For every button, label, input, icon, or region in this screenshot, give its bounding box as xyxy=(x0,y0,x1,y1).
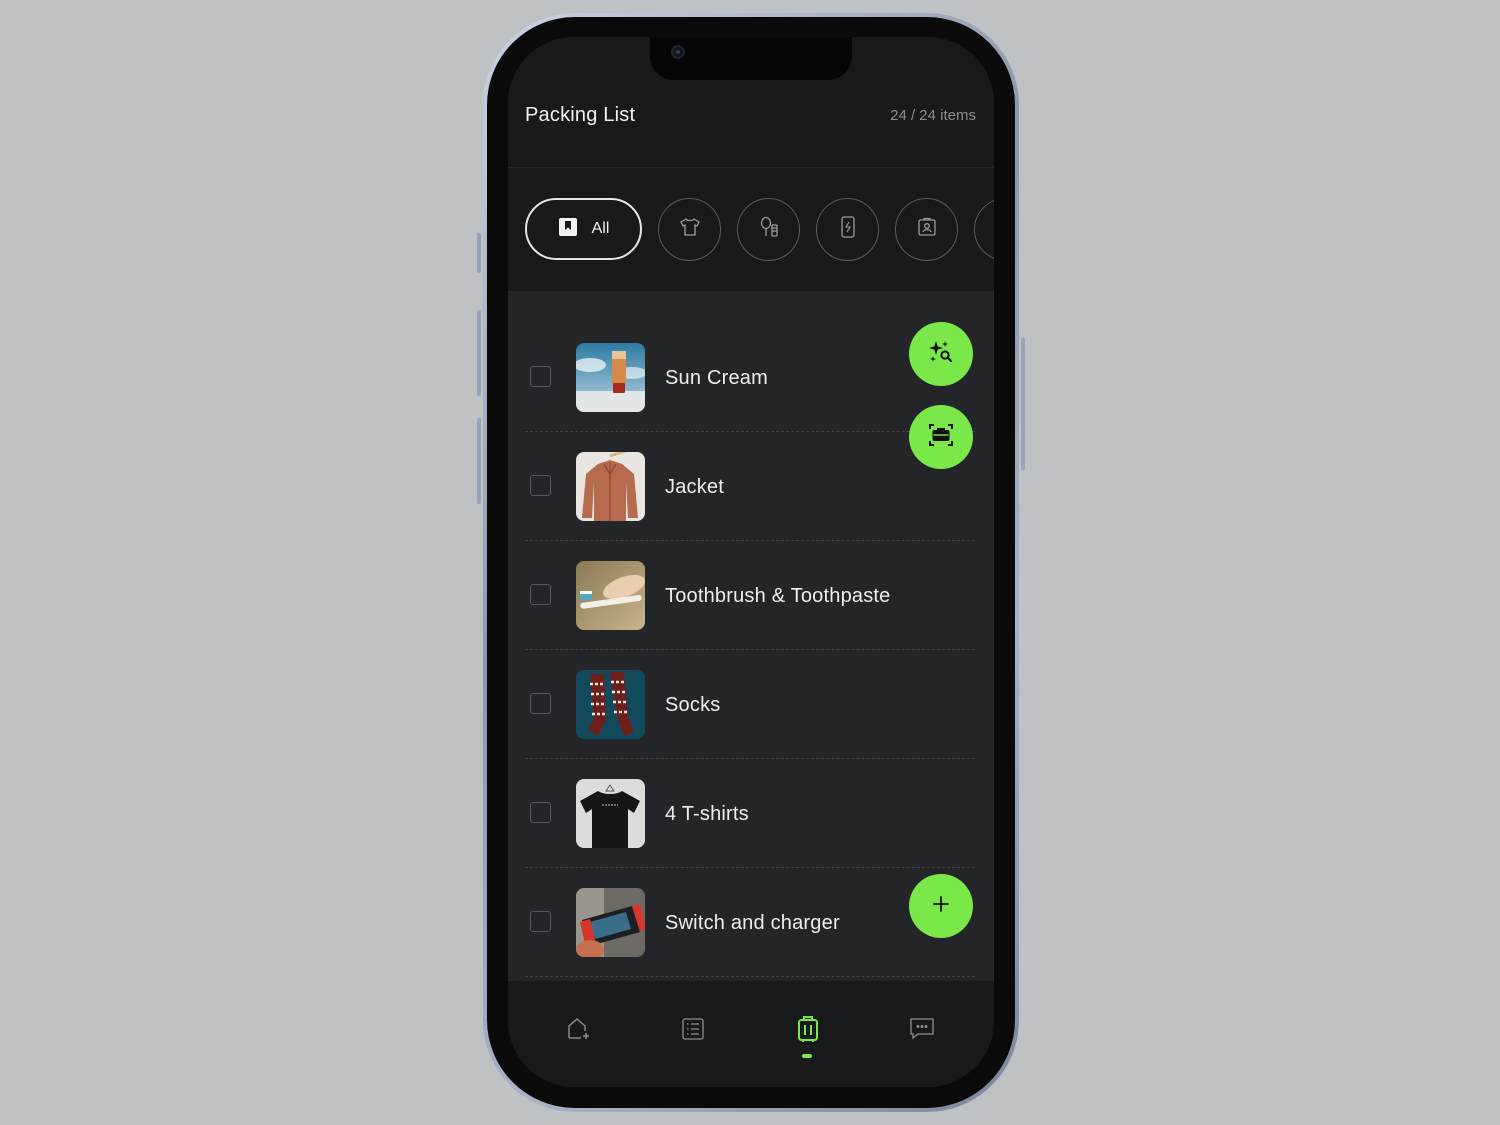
item-checkbox[interactable] xyxy=(530,366,551,387)
list-icon xyxy=(681,1017,705,1046)
nav-luggage[interactable] xyxy=(788,1011,828,1051)
item-label: Toothbrush & Toothpaste xyxy=(665,584,891,607)
toiletries-icon xyxy=(758,216,780,243)
bottom-nav xyxy=(508,981,994,1087)
shirt-icon xyxy=(679,217,701,242)
add-item-button[interactable] xyxy=(909,874,973,938)
nav-home[interactable] xyxy=(559,1011,599,1051)
category-toiletries-chip[interactable] xyxy=(737,198,800,261)
home-icon xyxy=(566,1016,592,1047)
notch xyxy=(650,37,852,80)
mute-switch xyxy=(477,233,481,273)
item-label: Switch and charger xyxy=(665,911,840,934)
item-count: 24 / 24 items xyxy=(890,107,976,124)
chat-icon xyxy=(909,1017,935,1046)
item-checkbox[interactable] xyxy=(530,802,551,823)
category-all-label: All xyxy=(591,220,610,237)
item-checkbox[interactable] xyxy=(530,475,551,496)
id-card-icon xyxy=(917,217,937,242)
item-checkbox[interactable] xyxy=(530,693,551,714)
sun-cream-photo xyxy=(576,343,645,412)
list-item[interactable]: Jacket xyxy=(525,432,975,541)
list-item[interactable]: Switch and charger xyxy=(525,868,975,977)
power-button xyxy=(1021,338,1025,470)
phone-frame: Packing List 24 / 24 items All Sun Cream… xyxy=(477,13,1025,1112)
item-checkbox[interactable] xyxy=(530,911,551,932)
category-clothes-chip[interactable] xyxy=(658,198,721,261)
toothbrush-photo xyxy=(576,561,645,630)
packing-list: Sun Cream Jacket Toothbrush & Toothpaste… xyxy=(508,291,994,981)
list-item[interactable]: Toothbrush & Toothpaste xyxy=(525,541,975,650)
category-all-chip[interactable]: All xyxy=(525,198,642,260)
scan-luggage-icon xyxy=(928,422,954,453)
item-label: 4 T-shirts xyxy=(665,802,749,825)
phone-charging-icon xyxy=(840,216,856,243)
ai-search-button[interactable] xyxy=(909,322,973,386)
bookmark-box-icon xyxy=(558,217,578,242)
nav-active-indicator xyxy=(802,1054,812,1058)
luggage-icon xyxy=(796,1015,820,1048)
plus-icon xyxy=(932,895,950,918)
app-screen: Packing List 24 / 24 items All Sun Cream… xyxy=(508,37,994,1087)
item-label: Sun Cream xyxy=(665,366,768,389)
jacket-photo xyxy=(576,452,645,521)
scan-luggage-button[interactable] xyxy=(909,405,973,469)
list-item[interactable]: Sun Cream xyxy=(525,323,975,432)
item-label: Jacket xyxy=(665,475,725,498)
item-label: Socks xyxy=(665,693,721,716)
tshirt-photo xyxy=(576,779,645,848)
socks-photo xyxy=(576,670,645,739)
list-item[interactable]: 4 T-shirts xyxy=(525,759,975,868)
sparkle-search-icon xyxy=(928,339,954,370)
category-filter-bar: All xyxy=(508,168,994,291)
page-title: Packing List xyxy=(525,104,636,126)
category-more-chip[interactable] xyxy=(974,198,994,261)
switch-photo xyxy=(576,888,645,957)
nav-chat[interactable] xyxy=(902,1011,942,1051)
category-electronics-chip[interactable] xyxy=(816,198,879,261)
volume-up-button xyxy=(477,310,481,396)
front-camera xyxy=(671,45,685,59)
item-checkbox[interactable] xyxy=(530,584,551,605)
list-item[interactable]: Socks xyxy=(525,650,975,759)
category-documents-chip[interactable] xyxy=(895,198,958,261)
nav-list[interactable] xyxy=(673,1011,713,1051)
volume-down-button xyxy=(477,418,481,504)
